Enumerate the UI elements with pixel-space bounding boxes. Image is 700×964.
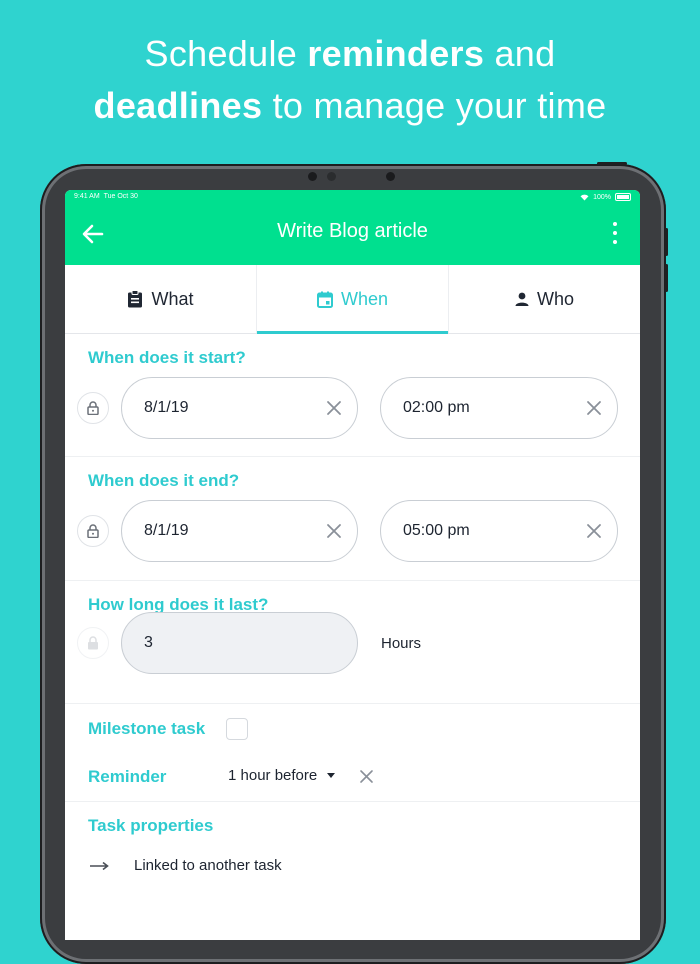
end-lock-button[interactable] xyxy=(77,515,109,547)
start-lock-button[interactable] xyxy=(77,392,109,424)
start-time-value: 02:00 pm xyxy=(403,399,470,416)
arrow-right-icon xyxy=(90,861,109,870)
lock-icon xyxy=(87,524,99,538)
tab-when-label: When xyxy=(340,288,389,309)
duration-lock-button xyxy=(77,627,109,659)
battery-icon xyxy=(615,193,631,201)
reminder-value: 1 hour before xyxy=(228,767,318,784)
status-time: 9:41 AM xyxy=(74,193,100,200)
volume-down-button xyxy=(665,264,668,292)
end-time-value: 05:00 pm xyxy=(403,522,470,539)
duration-unit: Hours xyxy=(381,635,422,652)
end-date-value: 8/1/19 xyxy=(144,522,189,539)
app-screen: 9:41 AM Tue Oct 30 100% Write Blog artic… xyxy=(65,190,640,940)
start-date-value: 8/1/19 xyxy=(144,399,189,416)
duration-value: 3 xyxy=(144,634,153,651)
wifi-icon xyxy=(580,194,589,200)
lock-icon xyxy=(87,401,99,415)
headline-line-1: Schedule reminders and xyxy=(144,33,556,74)
linked-task-label: Linked to another task xyxy=(134,857,282,874)
reminder-label: Reminder xyxy=(88,767,167,786)
tab-when[interactable]: When xyxy=(256,265,448,334)
status-bar: 9:41 AM Tue Oct 30 100% xyxy=(74,193,631,201)
end-label: When does it end? xyxy=(88,471,240,490)
milestone-checkbox[interactable] xyxy=(226,718,248,740)
caret-down-icon xyxy=(327,773,336,778)
milestone-label: Milestone task xyxy=(88,719,206,738)
clear-reminder-icon[interactable] xyxy=(359,769,374,784)
calendar-icon xyxy=(316,291,333,308)
tab-who-label: Who xyxy=(536,288,574,309)
headline-line-2: deadlines to manage your time xyxy=(93,85,607,126)
end-section: When does it end? 8/1/19 05:00 pm xyxy=(65,457,640,581)
clear-end-date-icon[interactable] xyxy=(325,522,343,540)
start-time-field[interactable]: 02:00 pm xyxy=(380,377,618,439)
start-section: When does it start? 8/1/19 02:00 pm xyxy=(65,334,640,457)
more-dot xyxy=(613,231,617,235)
page-title: Write Blog article xyxy=(277,220,428,242)
camera-sensor xyxy=(308,172,317,181)
duration-field[interactable]: 3 xyxy=(121,612,358,674)
start-date-field[interactable]: 8/1/19 xyxy=(121,377,358,439)
battery-percent: 100% xyxy=(593,193,611,201)
lock-icon xyxy=(88,636,98,650)
tab-what-label: What xyxy=(151,288,194,309)
power-button xyxy=(597,162,627,165)
tab-who[interactable]: Who xyxy=(448,265,640,333)
tab-bar: What When Who xyxy=(65,265,640,334)
clear-end-time-icon[interactable] xyxy=(585,522,603,540)
more-dot xyxy=(613,240,617,244)
clear-start-date-icon[interactable] xyxy=(325,399,343,417)
status-date: Tue Oct 30 xyxy=(103,193,138,200)
task-properties-label: Task properties xyxy=(88,816,214,835)
tab-what[interactable]: What xyxy=(65,265,256,333)
more-options-button[interactable] xyxy=(608,220,622,246)
proximity-sensor xyxy=(386,172,395,181)
volume-up-button xyxy=(665,228,668,256)
end-time-field[interactable]: 05:00 pm xyxy=(380,500,618,562)
duration-section: How long does it last? 3 Hours xyxy=(65,581,640,704)
start-label: When does it start? xyxy=(88,348,246,367)
linked-task-item[interactable]: Linked to another task xyxy=(90,857,282,874)
app-header: 9:41 AM Tue Oct 30 100% Write Blog artic… xyxy=(65,190,640,265)
milestone-row: Milestone task xyxy=(65,704,640,752)
clear-start-time-icon[interactable] xyxy=(585,399,603,417)
person-icon xyxy=(515,292,529,306)
front-camera xyxy=(327,172,336,181)
reminder-dropdown[interactable]: 1 hour before xyxy=(228,767,336,784)
reminder-row: Reminder 1 hour before xyxy=(65,752,640,802)
more-dot xyxy=(613,222,617,226)
clipboard-icon xyxy=(128,290,143,308)
headline: Schedule reminders and deadlines to mana… xyxy=(0,28,700,132)
end-date-field[interactable]: 8/1/19 xyxy=(121,500,358,562)
task-properties-section: Task properties Linked to another task xyxy=(65,802,640,922)
